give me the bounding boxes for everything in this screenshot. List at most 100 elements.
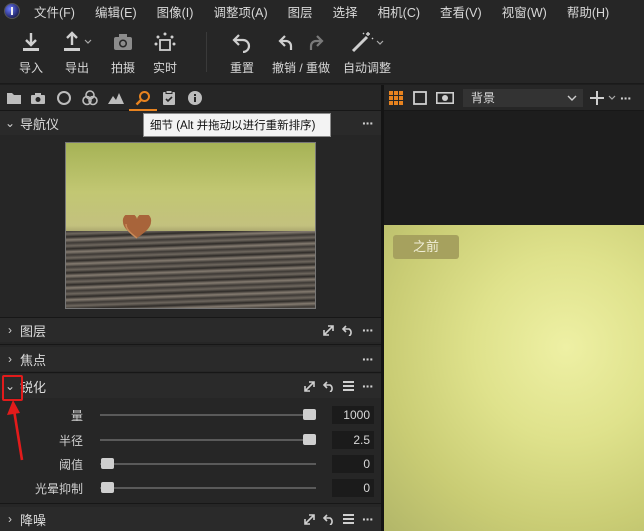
focus-header[interactable]: › 焦点 ··· — [0, 347, 381, 371]
menu-help[interactable]: 帮助(H) — [567, 2, 609, 21]
menu-camera[interactable]: 相机(C) — [378, 2, 420, 21]
toolbar-separator — [206, 32, 207, 72]
capture-button[interactable]: 拍摄 — [100, 28, 146, 76]
metadata-icon — [163, 90, 175, 105]
single-view-icon[interactable] — [413, 91, 427, 105]
export-icon — [61, 28, 93, 56]
expand-icon[interactable] — [304, 513, 315, 525]
chevron-right-icon[interactable]: › — [0, 352, 20, 366]
tab-color[interactable] — [80, 88, 100, 108]
undo-redo-label: 撤销 / 重做 — [271, 61, 330, 75]
sharpen-radius-track[interactable] — [100, 439, 316, 441]
sharpen-amount-value[interactable]: 1000 — [332, 406, 374, 424]
tab-lens[interactable] — [54, 88, 74, 108]
main-toolbar: 导入 导出 拍摄 实时 重置 撤销 / 重做 自动调整 — [0, 22, 644, 84]
halo-suppression-knob[interactable] — [101, 482, 114, 493]
halo-suppression-value[interactable]: 0 — [332, 479, 374, 497]
sharpen-radius-value[interactable]: 2.5 — [332, 431, 374, 449]
sharpen-amount-knob[interactable] — [303, 409, 316, 420]
capture-camera-icon — [112, 28, 134, 56]
grid-view-icon[interactable] — [389, 91, 403, 105]
folder-icon — [7, 93, 21, 104]
tab-library[interactable] — [4, 88, 24, 108]
menu-view[interactable]: 查看(V) — [440, 2, 482, 21]
layer-select[interactable]: 背景 — [463, 89, 583, 107]
reset-button[interactable]: 重置 — [219, 28, 265, 76]
reset-panel-icon[interactable] — [323, 380, 335, 392]
details-icon — [135, 91, 150, 106]
sharpen-threshold-row: 阈值 0 — [0, 452, 381, 476]
tab-capture[interactable] — [28, 88, 48, 108]
sharpen-threshold-value[interactable]: 0 — [332, 455, 374, 473]
layers-header[interactable]: › 图层 ··· — [0, 318, 381, 342]
tab-info[interactable] — [185, 88, 205, 108]
navigator-panel — [0, 136, 381, 316]
magic-wand-icon — [349, 28, 385, 56]
more-options-icon[interactable]: ··· — [362, 351, 374, 367]
focus-title: 焦点 — [20, 352, 47, 368]
info-icon — [188, 91, 202, 105]
more-options-icon[interactable]: ··· — [362, 378, 374, 394]
import-button[interactable]: 导入 — [8, 28, 54, 76]
wooden-heart-image — [122, 215, 152, 239]
app-logo-icon[interactable] — [4, 3, 20, 19]
reset-panel-icon[interactable] — [342, 324, 354, 336]
tool-tab-bar — [0, 85, 381, 112]
more-options-icon[interactable]: ··· — [362, 511, 374, 527]
noise-reduction-title: 降噪 — [20, 512, 47, 528]
import-icon — [20, 28, 42, 56]
halo-suppression-track[interactable] — [100, 487, 316, 489]
capture-label: 拍摄 — [110, 61, 135, 75]
undo-redo-icon — [273, 28, 329, 56]
sharpen-amount-track[interactable] — [100, 414, 316, 416]
menu-select[interactable]: 选择 — [333, 2, 358, 21]
exposure-icon — [108, 93, 124, 104]
expand-icon[interactable] — [304, 380, 315, 392]
live-view-icon — [153, 28, 177, 56]
live-button[interactable]: 实时 — [142, 28, 188, 76]
undo-redo-button[interactable]: 撤销 / 重做 — [268, 28, 334, 76]
chevron-down-icon[interactable]: ⌄ — [0, 116, 20, 130]
sharpen-radius-knob[interactable] — [303, 434, 316, 445]
menu-edit[interactable]: 编辑(E) — [95, 2, 137, 21]
export-label: 导出 — [64, 61, 89, 75]
tab-tooltip: 细节 (Alt 并拖动以进行重新排序) — [143, 113, 331, 137]
export-button[interactable]: 导出 — [54, 28, 100, 76]
sharpen-threshold-label: 阈值 — [58, 457, 83, 472]
presets-icon[interactable] — [343, 514, 354, 524]
tab-adjustments[interactable] — [159, 88, 179, 108]
presets-icon[interactable] — [343, 381, 354, 391]
sharpen-threshold-knob[interactable] — [101, 458, 114, 469]
tab-details[interactable] — [129, 88, 157, 112]
more-options-icon[interactable]: ··· — [620, 90, 632, 106]
reset-icon — [231, 28, 253, 56]
more-options-icon[interactable]: ··· — [362, 322, 374, 338]
menu-adjustments[interactable]: 调整项(A) — [213, 2, 267, 21]
viewer-photo[interactable] — [384, 225, 644, 531]
sharpen-amount-row: 量 1000 — [0, 403, 381, 427]
before-label: 之前 — [393, 235, 459, 259]
menu-image[interactable]: 图像(I) — [157, 2, 194, 21]
sharpen-radius-label: 半径 — [58, 433, 83, 448]
reset-panel-icon[interactable] — [323, 513, 335, 525]
import-label: 导入 — [18, 61, 43, 75]
eye-icon[interactable] — [436, 92, 454, 104]
auto-adjust-button[interactable]: 自动调整 — [342, 28, 392, 76]
menu-window[interactable]: 视窗(W) — [502, 2, 547, 21]
sharpen-header[interactable]: ⌄ 锐化 ··· — [0, 374, 381, 398]
navigator-title: 导航仪 — [20, 116, 60, 132]
expand-icon[interactable] — [323, 324, 334, 336]
menu-file[interactable]: 文件(F) — [34, 2, 75, 21]
noise-reduction-header[interactable]: › 降噪 ··· — [0, 507, 381, 531]
chevron-right-icon[interactable]: › — [0, 512, 20, 526]
layer-select-value: 背景 — [471, 91, 496, 105]
halo-suppression-label: 光晕抑制 — [34, 481, 83, 496]
menu-layers[interactable]: 图层 — [288, 2, 313, 21]
more-options-icon[interactable]: ··· — [362, 115, 374, 131]
sharpen-radius-row: 半径 2.5 — [0, 428, 381, 452]
tab-exposure[interactable] — [106, 88, 126, 108]
chevron-right-icon[interactable]: › — [0, 323, 20, 337]
sharpen-threshold-track[interactable] — [100, 463, 316, 465]
add-layer-icon[interactable] — [590, 90, 618, 106]
navigator-thumbnail[interactable] — [65, 142, 316, 309]
